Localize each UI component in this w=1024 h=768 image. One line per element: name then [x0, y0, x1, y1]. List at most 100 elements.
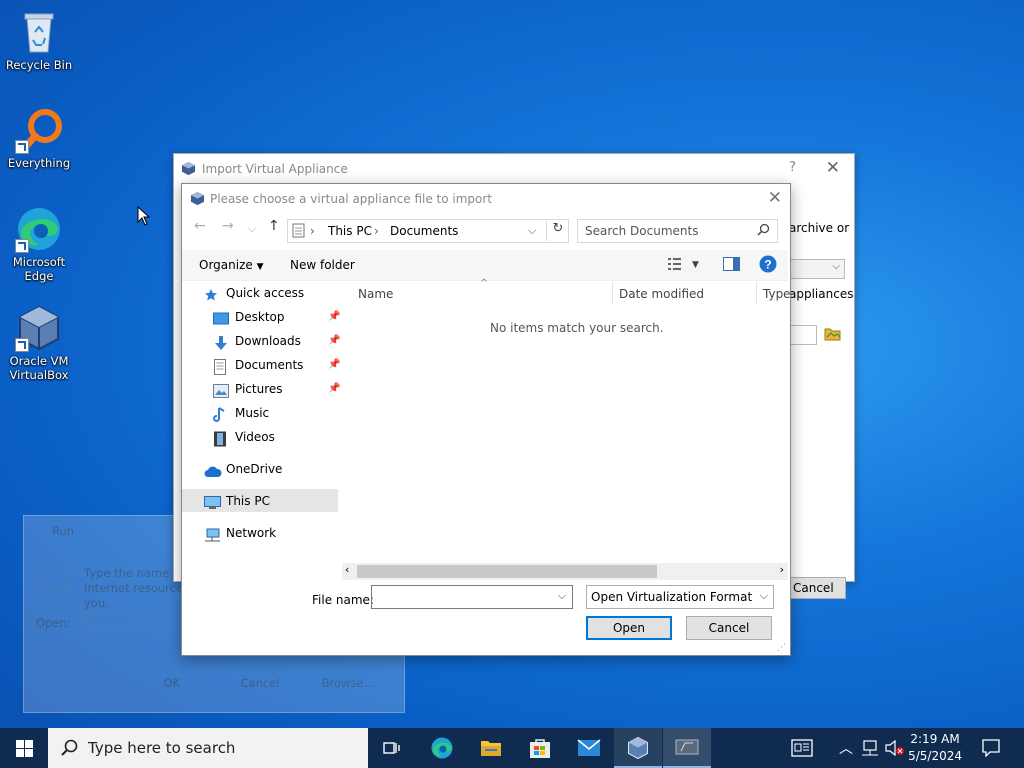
- network-icon: [204, 527, 220, 541]
- virtualbox-icon: [15, 304, 63, 352]
- taskbar-virtualbox[interactable]: [614, 728, 662, 768]
- view-dropdown-caret-icon[interactable]: ▼: [692, 260, 699, 270]
- sidebar-item-music[interactable]: Music: [213, 402, 269, 424]
- import-cancel-label: Cancel: [793, 581, 834, 595]
- column-divider[interactable]: [612, 282, 613, 304]
- chevron-down-icon[interactable]: ⌵: [558, 589, 566, 603]
- system-clock[interactable]: 2:19 AM 5/5/2024: [908, 731, 962, 765]
- sidebar-item-label: Music: [235, 406, 270, 420]
- task-view-button[interactable]: [368, 728, 416, 768]
- sidebar-item-label: Downloads: [235, 334, 301, 348]
- monitor-icon: [204, 495, 221, 509]
- desktop-icon-virtualbox[interactable]: Oracle VM VirtualBox: [1, 304, 77, 382]
- pin-icon[interactable]: 📌: [328, 383, 340, 394]
- volume-muted-icon[interactable]: [885, 739, 905, 759]
- desktop-icon-label: Oracle VM VirtualBox: [9, 354, 69, 382]
- recent-locations-chevron-icon[interactable]: ⌵: [248, 222, 256, 236]
- taskbar-store[interactable]: [516, 728, 564, 768]
- column-header-date-modified[interactable]: Date modified: [619, 287, 704, 301]
- sidebar-item-pictures[interactable]: Pictures: [213, 378, 283, 400]
- search-input[interactable]: Search Documents: [585, 224, 698, 238]
- desktop-icon-label: Microsoft Edge: [12, 255, 66, 283]
- run-browse-button[interactable]: Browse...: [308, 672, 388, 694]
- clock-time: 2:19 AM: [910, 732, 960, 746]
- pin-icon[interactable]: 📌: [328, 359, 340, 370]
- run-open-label: Open:: [36, 616, 71, 630]
- sidebar-item-desktop[interactable]: Desktop: [213, 306, 285, 328]
- show-hidden-icons-chevron-icon[interactable]: ︿: [839, 738, 853, 758]
- address-dropdown-chevron-icon[interactable]: ⌵: [528, 224, 536, 238]
- notifications-icon[interactable]: [982, 739, 1000, 760]
- horizontal-scrollbar[interactable]: ‹ ›: [342, 563, 788, 580]
- file-path-input[interactable]: [789, 325, 817, 345]
- import-window-title: Import Virtual Appliance: [202, 162, 348, 176]
- scroll-left-arrow-icon[interactable]: ‹: [345, 563, 349, 576]
- sidebar-item-quick-access[interactable]: Quick access: [204, 282, 304, 304]
- command-bar: Organize ▼ New folder ▼ ?: [182, 250, 788, 281]
- pin-icon[interactable]: 📌: [328, 311, 340, 322]
- taskbar-file-explorer[interactable]: [467, 728, 515, 768]
- back-arrow-icon[interactable]: ←: [194, 218, 206, 234]
- breadcrumb-documents[interactable]: Documents: [390, 224, 458, 238]
- run-program-icon: [38, 568, 70, 592]
- breadcrumb-separator-icon: ›: [310, 224, 315, 238]
- close-icon[interactable]: ✕: [826, 158, 840, 178]
- breadcrumb-separator-icon: ›: [374, 224, 379, 238]
- help-button[interactable]: ?: [789, 160, 796, 175]
- close-icon[interactable]: ✕: [768, 188, 782, 208]
- mail-envelope-icon: [577, 739, 601, 760]
- edge-icon: [15, 205, 63, 253]
- run-cancel-button[interactable]: Cancel: [220, 672, 300, 694]
- star-icon: [204, 287, 220, 301]
- sidebar-item-label: Videos: [235, 430, 275, 444]
- organize-button[interactable]: Organize ▼: [199, 258, 264, 272]
- preview-pane-icon[interactable]: [723, 257, 740, 274]
- breadcrumb-this-pc[interactable]: This PC: [328, 224, 372, 238]
- help-icon[interactable]: ?: [759, 255, 777, 276]
- folder-icon: [480, 738, 502, 760]
- file-name-combobox[interactable]: ⌵: [371, 585, 573, 609]
- open-folder-icon[interactable]: [824, 326, 841, 344]
- sidebar-item-onedrive[interactable]: OneDrive: [204, 458, 282, 480]
- pin-icon[interactable]: 📌: [328, 335, 340, 346]
- up-arrow-icon[interactable]: ↑: [268, 218, 280, 234]
- file-dialog-footer: File name: ⌵ Open Virtualization Format …: [182, 580, 788, 653]
- taskbar-edge[interactable]: [418, 728, 466, 768]
- news-widget-icon[interactable]: [791, 739, 813, 760]
- sidebar-item-network[interactable]: Network: [204, 522, 276, 544]
- scrollbar-thumb[interactable]: [357, 565, 657, 578]
- import-cancel-button[interactable]: Cancel: [789, 577, 846, 599]
- desktop-icon-edge[interactable]: Microsoft Edge: [1, 205, 77, 283]
- start-button[interactable]: [0, 728, 48, 768]
- taskbar-mail[interactable]: [565, 728, 613, 768]
- sidebar-item-documents[interactable]: Documents: [213, 354, 303, 376]
- network-status-icon[interactable]: [861, 740, 879, 759]
- address-bar[interactable]: › This PC › Documents ⌵ ↻: [287, 219, 569, 243]
- sidebar-item-label: Desktop: [235, 310, 285, 324]
- column-divider[interactable]: [756, 282, 757, 304]
- taskbar-search-input[interactable]: Type here to search: [88, 739, 235, 757]
- desktop-icon-everything[interactable]: Everything: [1, 106, 77, 170]
- open-button[interactable]: Open: [586, 616, 672, 640]
- scroll-right-arrow-icon[interactable]: ›: [780, 563, 784, 576]
- sidebar-item-this-pc[interactable]: This PC: [204, 490, 270, 512]
- file-type-dropdown[interactable]: Open Virtualization Format (*.o ⌵: [586, 585, 774, 609]
- refresh-icon[interactable]: ↻: [546, 221, 569, 241]
- desktop-icon-recycle-bin[interactable]: Recycle Bin: [1, 8, 77, 72]
- new-folder-button[interactable]: New folder: [290, 258, 355, 272]
- taskbar-search-box[interactable]: Type here to search: [48, 728, 368, 768]
- cloud-icon: [204, 463, 222, 477]
- cancel-button[interactable]: Cancel: [686, 616, 772, 640]
- column-header-name[interactable]: Name: [358, 287, 393, 301]
- taskbar-run-window[interactable]: [663, 728, 711, 768]
- forward-arrow-icon[interactable]: →: [222, 218, 234, 234]
- source-dropdown[interactable]: ⌵: [789, 259, 845, 279]
- run-ok-button[interactable]: OK: [132, 672, 212, 694]
- sidebar-item-downloads[interactable]: Downloads: [213, 330, 301, 352]
- sidebar-item-label: Pictures: [235, 382, 283, 396]
- sidebar-item-videos[interactable]: Videos: [213, 426, 275, 448]
- column-header-type[interactable]: Type: [763, 287, 791, 301]
- resize-grip-icon[interactable]: ⋰: [777, 643, 786, 653]
- search-box[interactable]: Search Documents: [577, 219, 778, 243]
- view-options-icon[interactable]: [668, 257, 686, 274]
